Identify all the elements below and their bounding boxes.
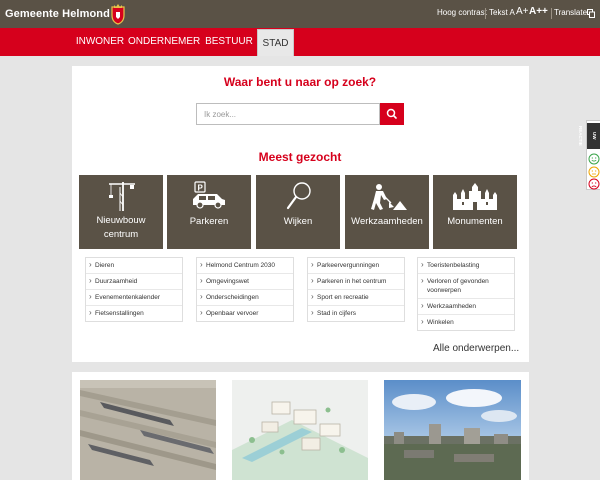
parking-car-icon: P [193, 181, 225, 209]
link-item[interactable]: Parkeervergunningen [308, 258, 404, 274]
link-item[interactable]: Evenementenkalender [86, 290, 182, 306]
crest-logo-icon[interactable] [109, 3, 127, 25]
neutral-face-icon[interactable] [588, 166, 600, 178]
nav-item-inwoner[interactable]: INWONER [74, 28, 126, 56]
crane-icon [109, 182, 135, 211]
tile-monumenten[interactable]: Monumenten [433, 175, 517, 249]
nav-item-bestuur[interactable]: BESTUUR [202, 28, 256, 56]
news-card[interactable] [224, 372, 376, 480]
urban-plan-render [232, 380, 368, 480]
link-list: Parkeervergunningen Parkeren in het cent… [307, 257, 405, 322]
text-size-plus-button[interactable]: A+ [516, 6, 529, 17]
tile-label: Werkzaamheden [351, 216, 423, 227]
link-item[interactable]: Fietsenstallingen [86, 306, 182, 321]
search-button[interactable] [380, 103, 404, 125]
link-item[interactable]: Werkzaamheden [418, 299, 514, 315]
popular-heading: Meest gezocht [258, 150, 342, 164]
link-item[interactable]: Toeristenbelasting [418, 258, 514, 274]
link-item[interactable]: Stad in cijfers [308, 306, 404, 321]
main-nav: INWONER ONDERNEMER BESTUUR STAD [0, 28, 600, 56]
tile-label: Parkeren [189, 216, 229, 227]
paving-photo [80, 380, 216, 480]
link-list: Toeristenbelasting Verloren of gevonden … [417, 257, 515, 331]
link-item[interactable]: Openbaar vervoer [197, 306, 293, 321]
tile-label: Monumenten [447, 216, 503, 227]
tile-wijken[interactable]: Wijken [256, 175, 340, 249]
link-item[interactable]: Duurzaamheid [86, 274, 182, 290]
tile-parkeren[interactable]: P Parkeren [167, 175, 251, 249]
link-item[interactable]: Dieren [86, 258, 182, 274]
sad-face-icon[interactable] [588, 178, 600, 190]
link-list: Dieren Duurzaamheid Evenementenkalender … [85, 257, 183, 322]
castle-icon [453, 183, 497, 210]
nav-item-ondernemer[interactable]: ONDERNEMER [128, 28, 200, 56]
link-item[interactable]: Winkelen [418, 315, 514, 330]
svg-text:P: P [198, 184, 204, 193]
search-input[interactable] [196, 103, 380, 125]
translate-icon[interactable] [587, 9, 595, 18]
search-icon [386, 108, 397, 119]
link-item[interactable]: Parkeren in het centrum [308, 274, 404, 290]
link-list: Helmond Centrum 2030 Omgevingswet Onders… [196, 257, 294, 322]
translate-link[interactable]: Translate [554, 8, 587, 17]
divider [485, 8, 486, 19]
news-card[interactable] [376, 372, 529, 480]
link-item[interactable]: Verloren of gevonden voorwerpen [418, 274, 514, 299]
feedback-label: UW REACTIE [578, 123, 600, 149]
magnifier-icon [286, 182, 311, 210]
all-topics-link[interactable]: Alle onderwerpen... [433, 343, 519, 354]
link-item[interactable]: Omgevingswet [197, 274, 293, 290]
roadworks-icon [371, 184, 407, 210]
tile-werkzaamheden[interactable]: Werkzaamheden [345, 175, 429, 249]
news-card[interactable] [72, 372, 224, 480]
link-item[interactable]: Helmond Centrum 2030 [197, 258, 293, 274]
text-size-plus-plus-button[interactable]: A++ [529, 6, 548, 17]
text-size-label[interactable]: Tekst A [489, 8, 515, 17]
high-contrast-link[interactable]: Hoog contrast [437, 8, 487, 17]
top-bar: Gemeente Helmond Hoog contrast Tekst A A… [0, 0, 600, 28]
nav-item-stad[interactable]: STAD [257, 29, 294, 56]
link-item[interactable]: Onderscheidingen [197, 290, 293, 306]
link-item[interactable]: Sport en recreatie [308, 290, 404, 306]
search-heading: Waar bent u naar op zoek? [223, 75, 377, 89]
city-skyline-photo [384, 380, 521, 480]
site-logo-text[interactable]: Gemeente Helmond [5, 8, 110, 20]
tile-label: Wijken [283, 216, 313, 227]
happy-face-icon[interactable] [588, 153, 600, 165]
tile-nieuwbouw-centrum[interactable]: Nieuwbouw centrum [79, 175, 163, 249]
divider [551, 8, 552, 19]
feedback-tab[interactable]: UW REACTIE [578, 120, 600, 190]
tile-label: Nieuwbouw centrum [96, 215, 146, 240]
